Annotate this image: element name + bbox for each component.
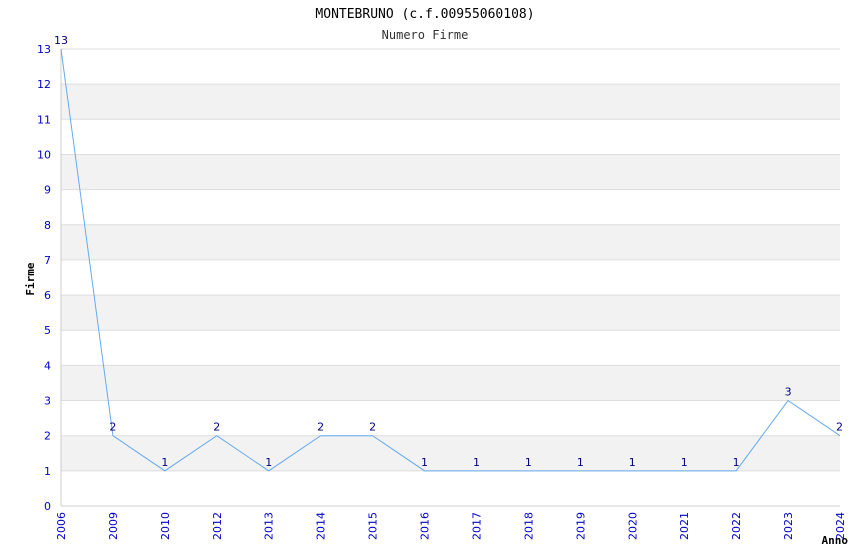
x-tick-labels: 2006 2009 2010 2012 2013 2014 2015 2016 2017 2018…: [55, 512, 847, 540]
chart-title: MONTEBRUNO (c.f.00955060108): [315, 7, 534, 22]
data-label: 1: [161, 456, 168, 469]
plot-band: [61, 49, 840, 85]
data-label: 1: [265, 456, 272, 469]
x-tick-label: 2019: [574, 512, 587, 540]
data-label: 13: [54, 34, 68, 47]
y-tick-label: 11: [37, 113, 51, 126]
x-tick-label: 2021: [678, 512, 691, 540]
data-label: 2: [317, 421, 324, 434]
x-tick-label: 2012: [211, 512, 224, 540]
x-axis-label: Anno: [822, 534, 849, 547]
plot-band: [61, 330, 840, 366]
y-tick-label: 6: [44, 289, 51, 302]
data-label: 2: [109, 421, 116, 434]
plot-bands: [61, 49, 840, 506]
plot-band: [61, 470, 840, 506]
x-tick-label: 2017: [470, 512, 483, 540]
y-tick-label: 2: [44, 430, 51, 443]
x-tick-label: 2010: [159, 512, 172, 540]
plot-band: [61, 154, 840, 190]
x-tick-label: 2023: [782, 512, 795, 540]
y-tick-labels: 012345678910111213: [37, 43, 51, 513]
x-tick-label: 2015: [367, 512, 380, 540]
data-label: 1: [681, 456, 688, 469]
plot-band: [61, 224, 840, 260]
y-tick-label: 10: [37, 148, 51, 161]
x-tick-label: 2006: [55, 512, 68, 540]
y-tick-label: 12: [37, 78, 51, 91]
x-tick-label: 2016: [419, 512, 432, 540]
plot-band: [61, 295, 840, 331]
y-tick-label: 13: [37, 43, 51, 56]
y-axis-label: Firme: [24, 262, 37, 295]
plot-band: [61, 400, 840, 436]
chart: MONTEBRUNO (c.f.00955060108) Numero Firm…: [24, 7, 849, 547]
data-label: 3: [785, 386, 792, 399]
x-tick-label: 2018: [522, 512, 535, 540]
x-tick-label: 2013: [263, 512, 276, 540]
y-tick-label: 4: [44, 359, 51, 372]
data-label: 1: [525, 456, 532, 469]
x-tick-label: 2009: [107, 512, 120, 540]
data-label: 2: [836, 421, 843, 434]
x-tick-label: 2014: [315, 512, 328, 540]
plot-band: [61, 435, 840, 471]
y-tick-label: 1: [44, 465, 51, 478]
plot-band: [61, 189, 840, 225]
data-label: 1: [577, 456, 584, 469]
chart-subtitle: Numero Firme: [382, 28, 469, 42]
data-label: 1: [733, 456, 740, 469]
y-tick-label: 9: [44, 184, 51, 197]
y-tick-label: 7: [44, 254, 51, 267]
x-tick-label: 2020: [626, 512, 639, 540]
data-label: 2: [213, 421, 220, 434]
plot-band: [61, 259, 840, 296]
data-label: 2: [369, 421, 376, 434]
y-tick-label: 0: [44, 500, 51, 513]
plot-band: [61, 84, 840, 120]
x-tick-label: 2022: [730, 512, 743, 540]
data-label: 1: [421, 456, 428, 469]
plot-band: [61, 365, 840, 401]
data-label: 1: [473, 456, 480, 469]
y-tick-label: 3: [44, 395, 51, 408]
y-tick-label: 5: [44, 324, 51, 337]
y-tick-label: 8: [44, 219, 51, 232]
plot-band: [61, 119, 840, 155]
data-label: 1: [629, 456, 636, 469]
